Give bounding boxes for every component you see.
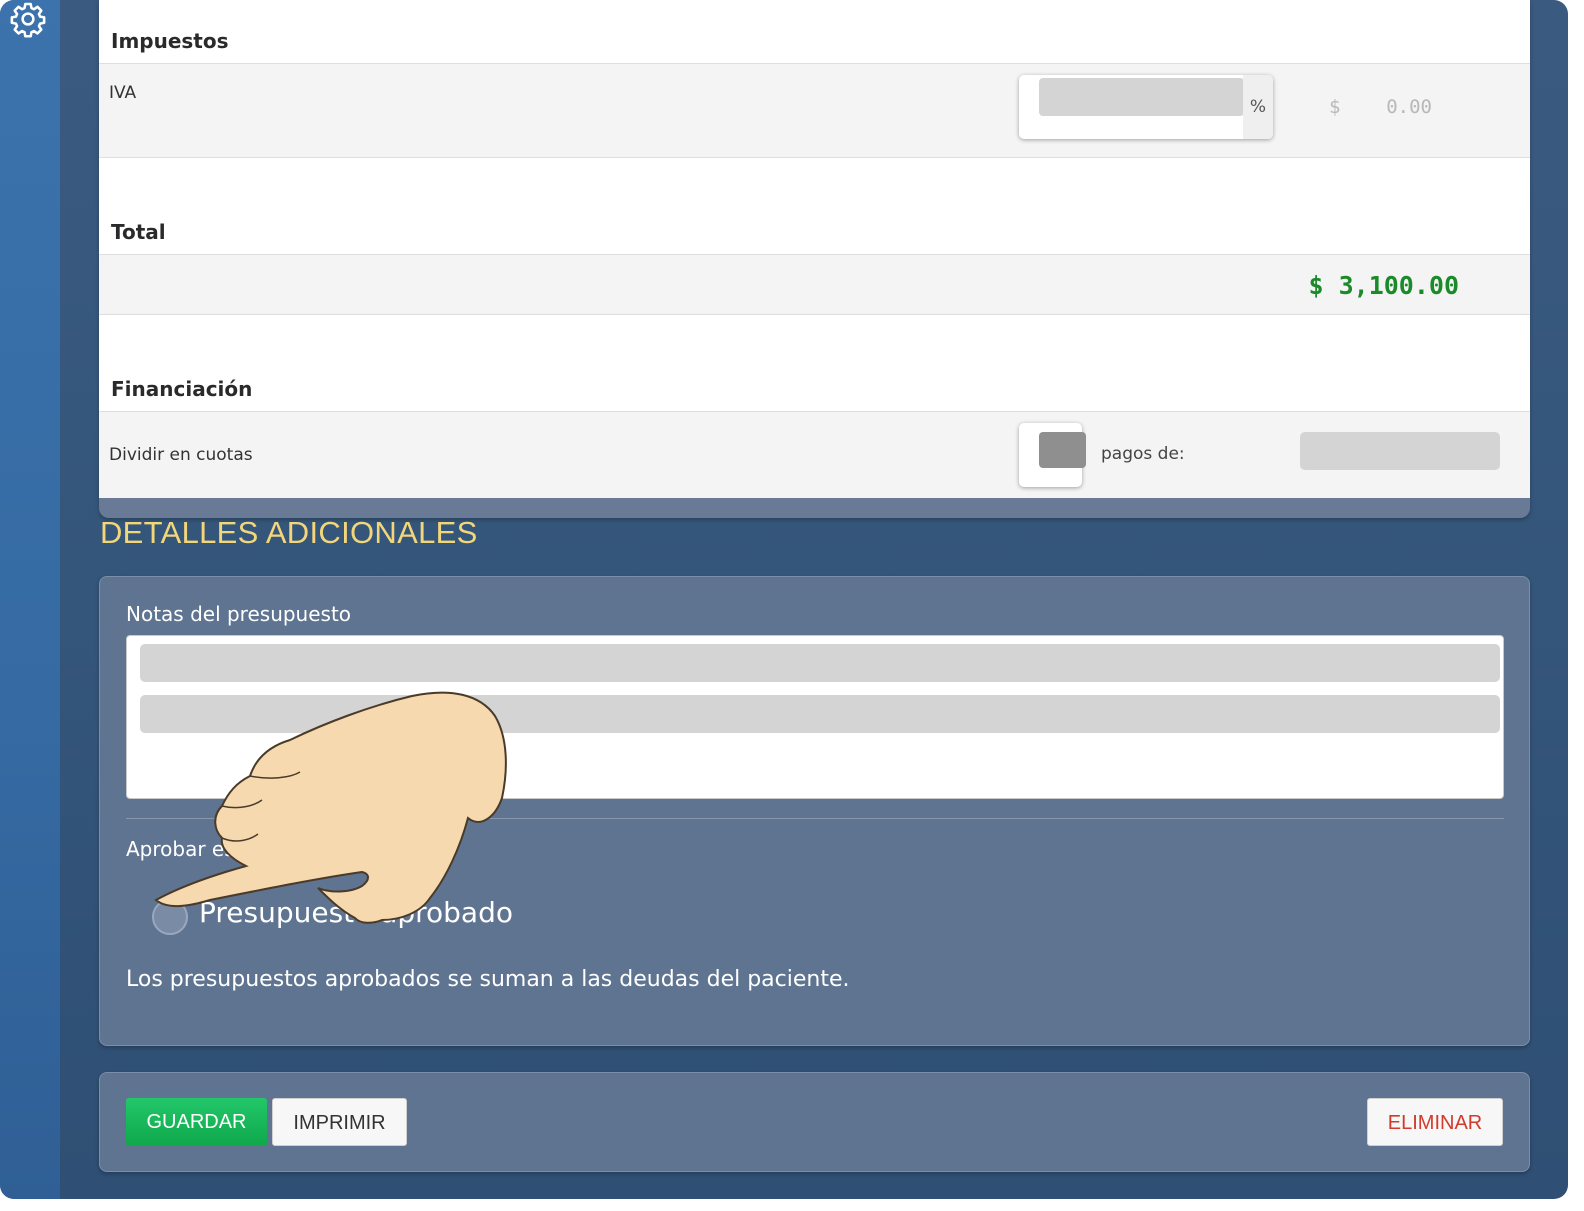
financing-heading: Financiación [111, 377, 253, 401]
payment-amount-input[interactable] [1300, 432, 1500, 470]
additional-details-title: DETALLES ADICIONALES [100, 515, 478, 550]
iva-row: IVA % $ 0.00 [99, 64, 1530, 158]
sidebar [0, 0, 60, 1199]
taxes-header: Impuestos [99, 0, 1530, 64]
iva-percent-input[interactable] [1039, 78, 1244, 116]
installments-field [1019, 423, 1086, 487]
budget-summary-card: Impuestos IVA % $ 0.00 Total $ 3,100.00 … [99, 0, 1530, 518]
iva-amount: $ 0.00 [1329, 96, 1432, 118]
budget-summary-content: Impuestos IVA % $ 0.00 Total $ 3,100.00 … [99, 0, 1530, 498]
financing-header: Financiación [99, 315, 1530, 412]
split-label: Dividir en cuotas [109, 445, 253, 465]
total-row: $ 3,100.00 [99, 255, 1530, 315]
notes-label: Notas del presupuesto [126, 602, 352, 626]
financing-row: Dividir en cuotas pagos de: [99, 412, 1530, 498]
gear-icon[interactable] [9, 0, 47, 38]
iva-label: IVA [109, 83, 137, 103]
percent-addon: % [1243, 75, 1273, 139]
print-button[interactable]: IMPRIMIR [272, 1098, 407, 1146]
payments-label: pagos de: [1101, 444, 1185, 464]
approved-radio-label[interactable]: Presupuesto aprobado [199, 896, 513, 929]
approved-radio[interactable] [152, 899, 188, 935]
divider [126, 818, 1504, 819]
total-amount: $ 3,100.00 [1308, 271, 1459, 300]
notes-textarea[interactable] [126, 635, 1504, 799]
save-button[interactable]: GUARDAR [126, 1098, 267, 1146]
actions-bar: GUARDAR IMPRIMIR ELIMINAR [99, 1072, 1530, 1172]
taxes-heading: Impuestos [111, 29, 229, 53]
approved-note: Los presupuestos aprobados se suman a la… [126, 967, 850, 992]
iva-field: % [1019, 75, 1273, 139]
total-heading: Total [111, 220, 166, 244]
installments-input[interactable] [1039, 432, 1086, 468]
additional-details-card: Notas del presupuesto Aprobar este presu… [99, 576, 1530, 1046]
notes-line [140, 695, 1500, 733]
total-header: Total [99, 158, 1530, 255]
approve-label: Aprobar este presupuesto [126, 837, 386, 861]
delete-button[interactable]: ELIMINAR [1367, 1098, 1503, 1146]
notes-line [140, 644, 1500, 682]
app-frame: Impuestos IVA % $ 0.00 Total $ 3,100.00 … [0, 0, 1568, 1199]
